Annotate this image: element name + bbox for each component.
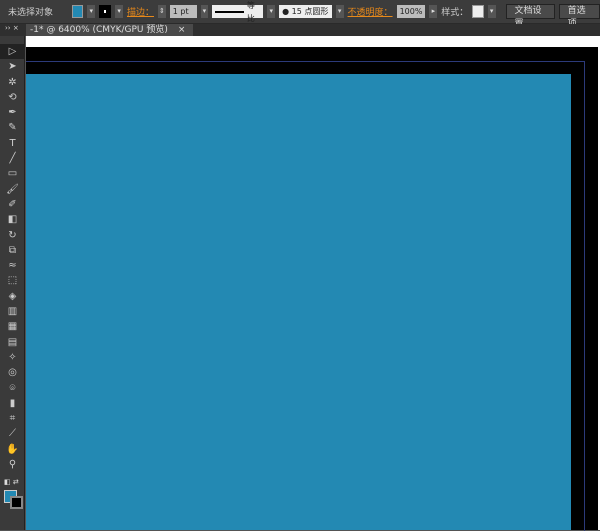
brush-dropdown[interactable]: ▾ <box>335 5 344 18</box>
tool-4-icon[interactable]: ✒ <box>0 105 25 120</box>
tool-2-icon[interactable]: ✲ <box>0 75 25 90</box>
opacity-label[interactable]: 不透明度： <box>348 5 393 18</box>
panel-collapse-icon[interactable]: ›› × <box>5 24 19 32</box>
profile-label: 等比 <box>246 0 255 23</box>
tool-3-icon[interactable]: ⟲ <box>0 90 25 105</box>
style-label: 样式： <box>441 8 469 18</box>
stroke-color-box[interactable] <box>10 496 23 510</box>
blue-rectangle[interactable] <box>26 74 571 530</box>
opacity-arrow[interactable]: ▸ <box>429 5 438 18</box>
canvas[interactable] <box>26 36 600 531</box>
fill-swatch[interactable] <box>71 5 84 18</box>
tools-panel: ▷ ➤ ✲ ⟲ ✒ ✎ T ╱ ▭ 🖌 ✐ ◧ ↻ ⧉ ≈ ⬚ ◈ ▥ ▦ ▤ ✧ ◎ ⌾ ▮ ⌗ ⟋ ✋ ⚲ ◧ ⇄ <box>0 36 25 530</box>
fill-stroke-swap[interactable]: ◧ ⇄ <box>0 478 24 522</box>
tool-15-icon[interactable]: ⬚ <box>0 273 25 288</box>
tool-24-icon[interactable]: ⌗ <box>0 411 25 426</box>
tool-14-icon[interactable]: ≈ <box>0 258 25 273</box>
tool-0-icon[interactable]: ▷ <box>0 44 25 60</box>
stroke-swatch[interactable] <box>99 5 112 18</box>
tool-12-icon[interactable]: ↻ <box>0 228 25 243</box>
document-setup-button[interactable]: 文档设置 <box>505 4 555 29</box>
stroke-weight-input[interactable]: 1 pt <box>169 5 197 18</box>
close-tab-icon[interactable]: × <box>178 24 186 36</box>
tool-5-icon[interactable]: ✎ <box>0 120 25 135</box>
document-tab-bar: ›› × -1* @ 6400% (CMYK/GPU 预览) × <box>0 24 600 36</box>
tool-25-icon[interactable]: ⟋ <box>0 426 25 441</box>
tool-22-icon[interactable]: ⌾ <box>0 381 25 396</box>
tool-10-icon[interactable]: ✐ <box>0 197 25 212</box>
tool-8-icon[interactable]: ▭ <box>0 166 25 181</box>
profile-dropdown[interactable]: ▾ <box>267 5 276 18</box>
preferences-button[interactable]: 首选项 <box>558 4 600 29</box>
tool-21-icon[interactable]: ◎ <box>0 365 25 380</box>
opacity-input[interactable]: 100% <box>396 5 426 18</box>
control-bar: 未选择对象 ▾ ▾ 描边： ⇕ 1 pt ▾ 等比 ▾ ● 15 点圆形 ▾ 不透明度… <box>0 0 600 29</box>
tool-23-icon[interactable]: ▮ <box>0 396 25 411</box>
tool-19-icon[interactable]: ▤ <box>0 335 25 350</box>
tool-20-icon[interactable]: ✧ <box>0 350 25 365</box>
tool-18-icon[interactable]: ▦ <box>0 319 25 334</box>
tool-11-icon[interactable]: ◧ <box>0 212 25 227</box>
tool-1-icon[interactable]: ➤ <box>0 59 25 74</box>
brush-select[interactable]: ● 15 点圆形 <box>279 5 332 18</box>
stroke-weight-dropdown[interactable]: ▾ <box>200 5 209 18</box>
selection-status: 未选择对象 <box>8 8 54 18</box>
stroke-dropdown[interactable]: ▾ <box>115 5 123 18</box>
style-dropdown[interactable]: ▾ <box>487 5 496 18</box>
tool-6-icon[interactable]: T <box>0 136 25 151</box>
default-colors-icon[interactable]: ◧ ⇄ <box>4 478 19 486</box>
document-tab[interactable]: -1* @ 6400% (CMYK/GPU 预览) × <box>26 24 194 36</box>
tool-16-icon[interactable]: ◈ <box>0 289 25 304</box>
tool-7-icon[interactable]: ╱ <box>0 151 25 166</box>
profile-select[interactable]: 等比 <box>212 1 264 23</box>
tool-26-icon[interactable]: ✋ <box>0 442 25 457</box>
fill-dropdown[interactable]: ▾ <box>87 5 96 18</box>
brush-label: 15 点圆形 <box>291 7 329 16</box>
style-swatch[interactable] <box>472 5 484 18</box>
tool-9-icon[interactable]: 🖌 <box>0 182 25 197</box>
stroke-label[interactable]: 描边： <box>127 5 154 18</box>
document-tab-title: -1* @ 6400% (CMYK/GPU 预览) <box>30 25 168 35</box>
stroke-stepper[interactable]: ⇕ <box>158 5 166 18</box>
tool-13-icon[interactable]: ⧉ <box>0 243 25 258</box>
tool-27-icon[interactable]: ⚲ <box>0 457 25 472</box>
tool-17-icon[interactable]: ▥ <box>0 304 25 319</box>
